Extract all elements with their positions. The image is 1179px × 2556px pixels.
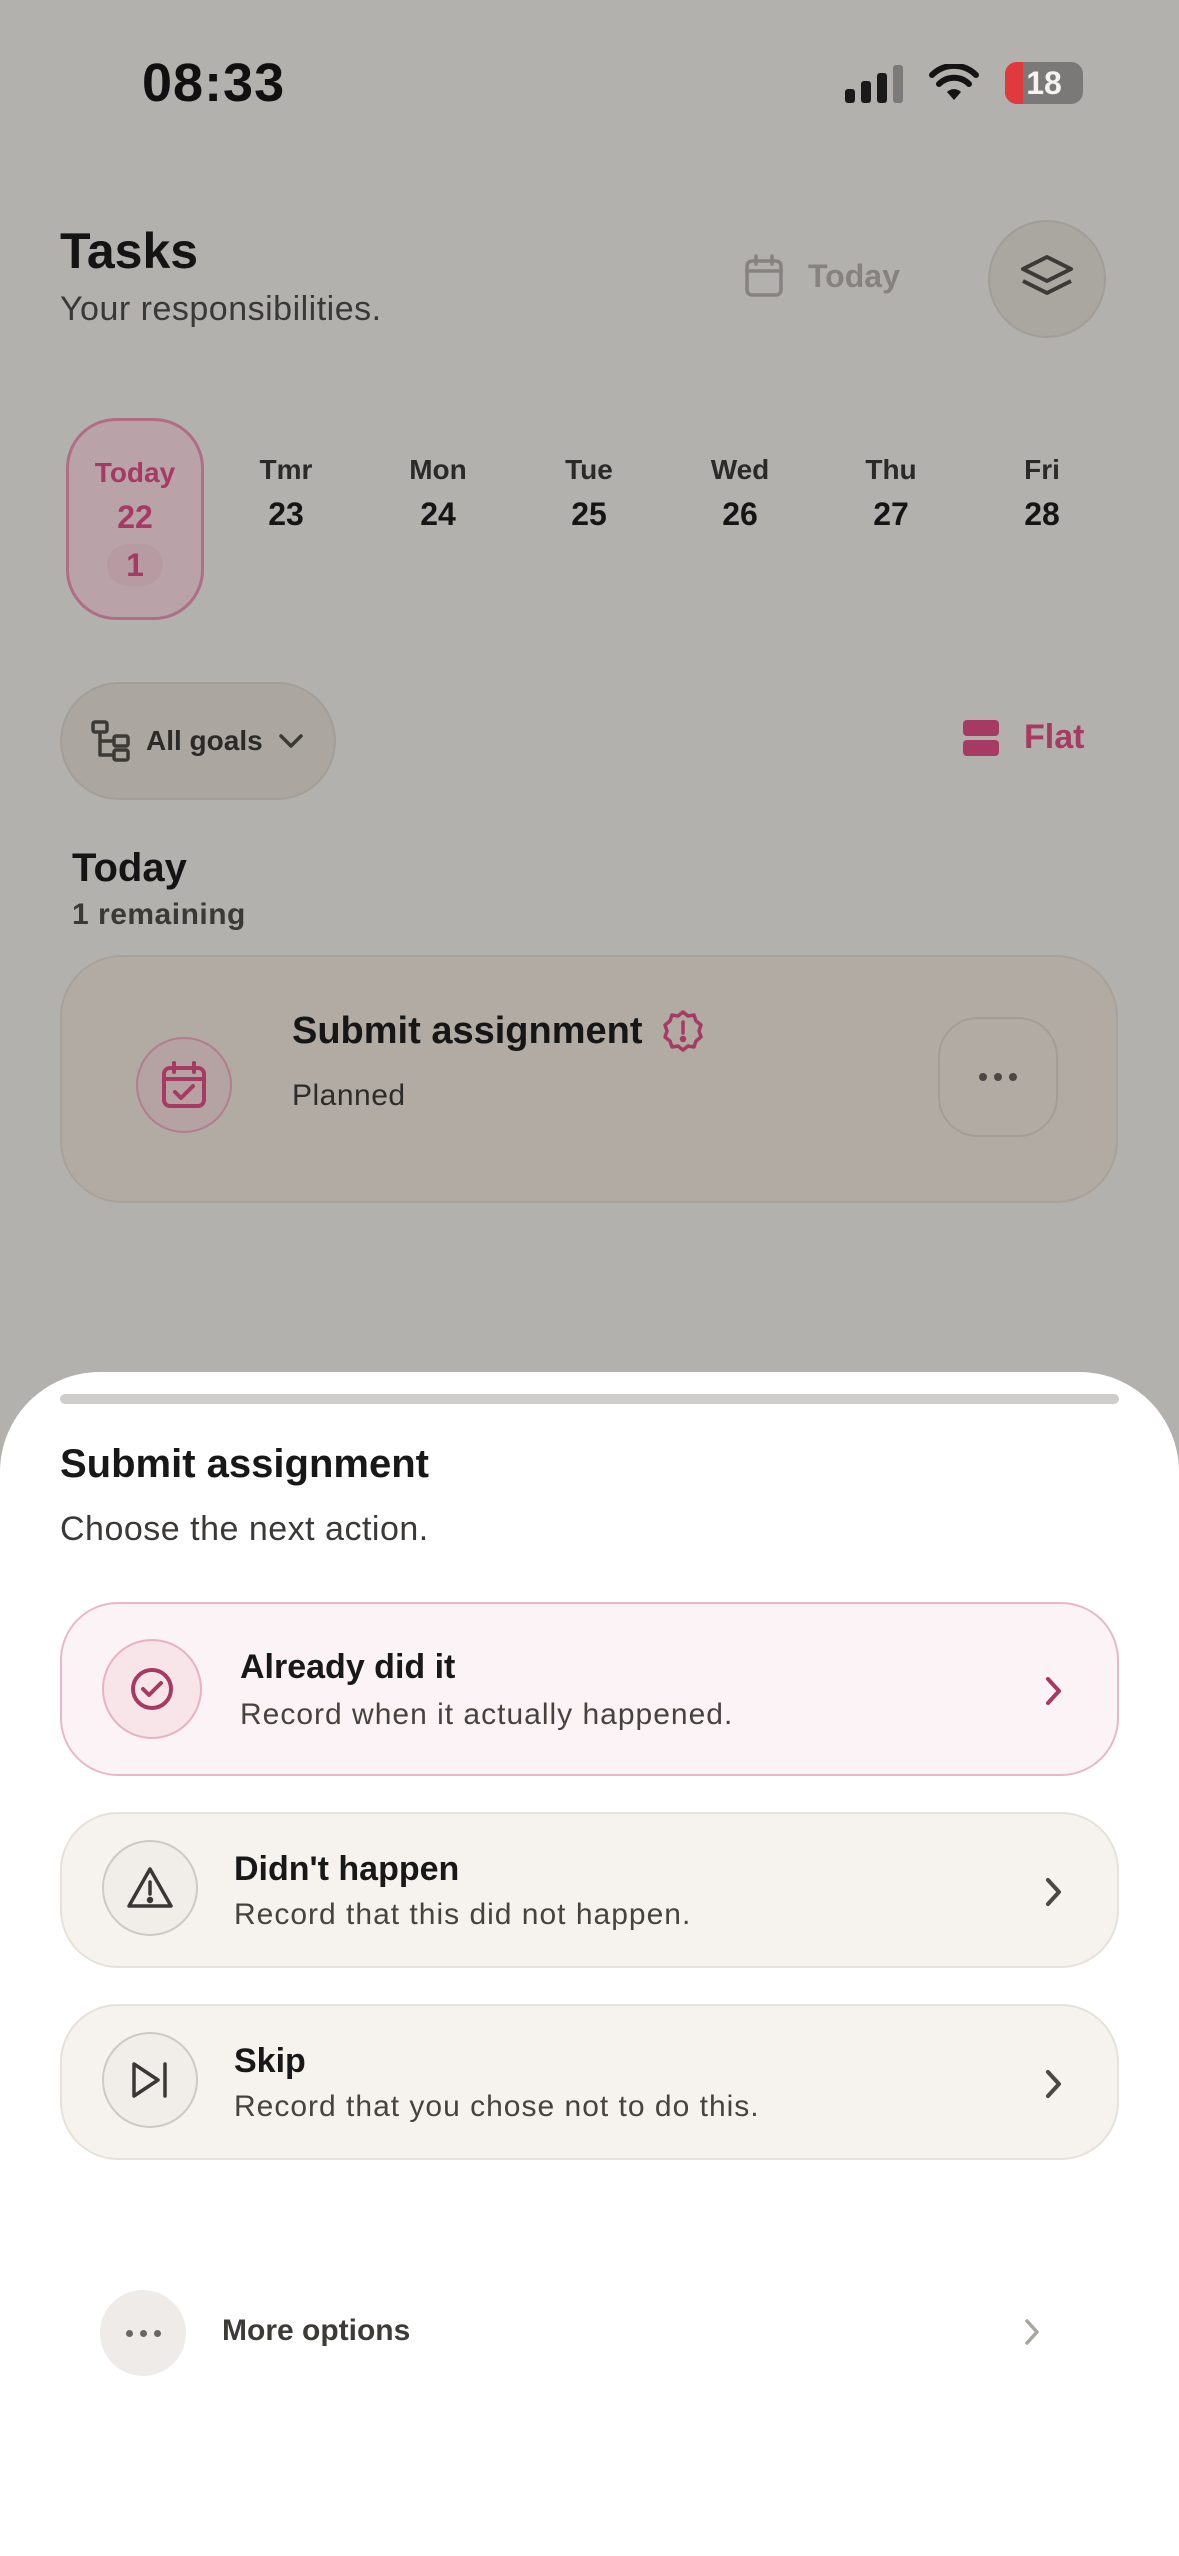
already-did-it-option[interactable]: Already did it Record when it actually h… [60, 1602, 1119, 1776]
goals-filter-label: All goals [146, 725, 263, 756]
battery-icon: 18 [1005, 62, 1083, 104]
cellular-signal-icon [845, 63, 903, 103]
skip-option[interactable]: Skip Record that you chose not to do thi… [60, 2004, 1119, 2160]
flat-list-icon [963, 719, 999, 756]
task-card[interactable]: Submit assignment Planned [60, 955, 1118, 1203]
more-dots-icon [100, 2290, 186, 2376]
sheet-grabber[interactable] [60, 1394, 1119, 1404]
status-time: 08:33 [142, 53, 286, 113]
more-dots-icon [979, 1073, 1017, 1081]
goals-filter-button[interactable]: All goals [60, 682, 336, 800]
option-label: Skip [234, 2042, 306, 2080]
task-title-text: Submit assignment [292, 1009, 643, 1052]
battery-percent: 18 [1026, 64, 1062, 101]
chevron-right-icon [1046, 2070, 1061, 2098]
didnt-happen-option[interactable]: Didn't happen Record that this did not h… [60, 1812, 1119, 1968]
skip-forward-icon [102, 2032, 198, 2128]
status-icons: 18 [845, 62, 1083, 104]
option-description: Record when it actually happened. [240, 1698, 734, 1731]
task-icon [136, 1037, 232, 1133]
page-subtitle: Your responsibilities. [60, 290, 382, 328]
day-number: 23 [268, 496, 304, 532]
day-name: Thu [865, 454, 917, 485]
day-number: 22 [117, 499, 153, 535]
view-mode-label: Flat [1024, 718, 1085, 756]
status-bar: 08:33 18 [0, 0, 1179, 170]
day-name: Fri [1024, 454, 1060, 485]
day-number: 28 [1024, 496, 1060, 532]
alert-badge-icon [662, 1010, 703, 1052]
today-button[interactable]: Today [744, 254, 900, 298]
warning-triangle-icon [102, 1840, 198, 1936]
option-label: Already did it [240, 1648, 456, 1686]
calendar-check-icon [162, 1061, 206, 1108]
day-number: 27 [873, 496, 909, 532]
page-title: Tasks [60, 223, 199, 279]
option-label: Didn't happen [234, 1850, 460, 1888]
section-subtitle: 1 remaining [72, 898, 246, 931]
today-button-label: Today [808, 257, 900, 294]
more-options-button[interactable]: More options [100, 2290, 1080, 2376]
chevron-right-icon [1025, 2319, 1039, 2345]
day-name: Mon [409, 454, 467, 485]
day-mon[interactable]: Mon 24 [368, 418, 508, 533]
day-number: 25 [571, 496, 607, 532]
day-today[interactable]: Today 22 1 [66, 418, 204, 620]
task-more-button[interactable] [938, 1017, 1058, 1137]
day-number: 24 [420, 496, 456, 532]
day-name: Wed [710, 454, 770, 485]
day-name: Tue [565, 454, 613, 485]
option-description: Record that this did not happen. [234, 1898, 692, 1931]
option-description: Record that you chose not to do this. [234, 2090, 760, 2123]
day-number: 26 [722, 496, 758, 532]
task-title: Submit assignment [292, 1009, 705, 1053]
layers-icon [1021, 255, 1073, 295]
day-thu[interactable]: Thu 27 [821, 418, 961, 533]
day-wed[interactable]: Wed 26 [670, 418, 810, 533]
chevron-right-icon [1046, 1878, 1061, 1906]
sheet-title: Submit assignment [60, 1442, 429, 1486]
section-title: Today [72, 846, 187, 890]
chevron-right-icon [1046, 1677, 1061, 1705]
wifi-icon [929, 64, 979, 100]
chevron-down-icon [278, 734, 303, 748]
day-tmr[interactable]: Tmr 23 [216, 418, 356, 533]
hierarchy-icon [91, 720, 130, 762]
calendar-icon [745, 254, 783, 297]
day-fri[interactable]: Fri 28 [972, 418, 1112, 533]
task-status: Planned [292, 1079, 406, 1112]
day-task-count: 1 [107, 544, 163, 586]
day-tue[interactable]: Tue 25 [519, 418, 659, 533]
day-name: Tmr [259, 454, 313, 485]
action-sheet: Submit assignment Choose the next action… [0, 1372, 1179, 2556]
view-mode-button[interactable]: Flat [962, 718, 1084, 757]
layers-button[interactable] [988, 220, 1106, 338]
day-name: Today [94, 457, 176, 488]
more-options-label: More options [222, 2314, 411, 2347]
day-strip: Today 22 1 Tmr 23 Mon 24 Tue 25 Wed 26 T… [66, 418, 1126, 620]
sheet-subtitle: Choose the next action. [60, 1510, 429, 1548]
check-circle-icon [102, 1639, 202, 1739]
